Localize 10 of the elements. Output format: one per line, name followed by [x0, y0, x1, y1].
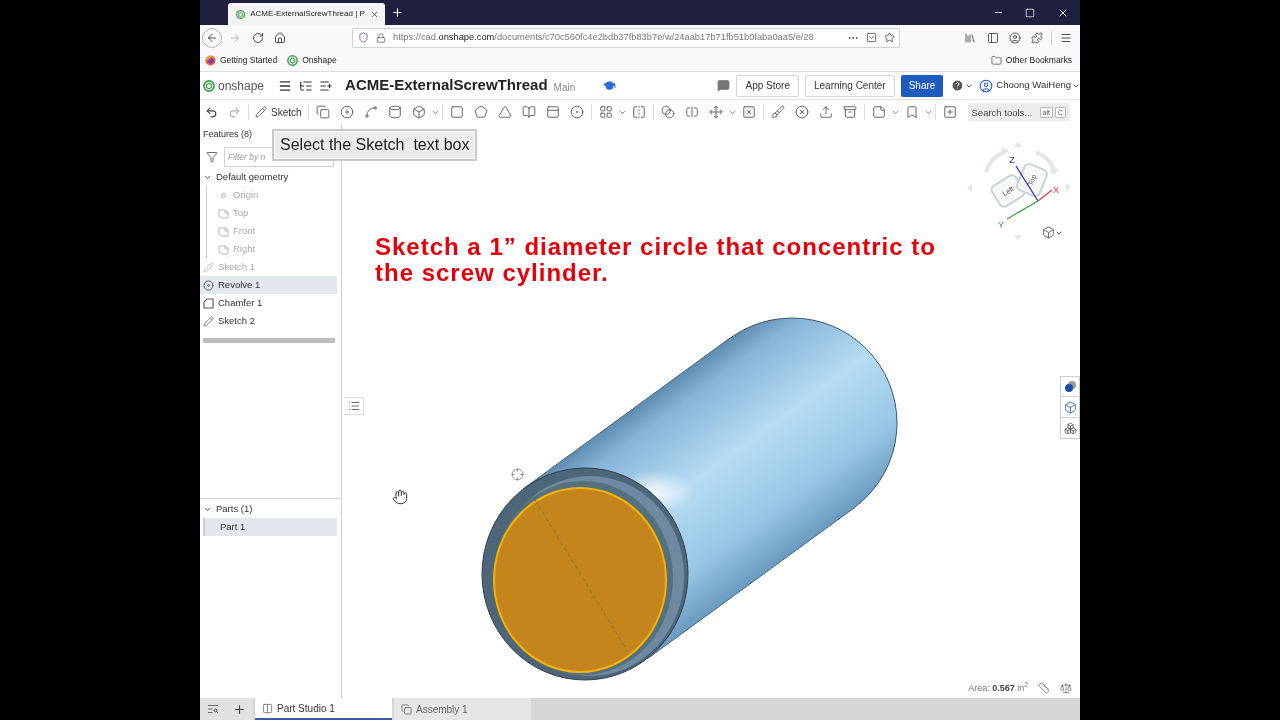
axis-label: Y — [998, 220, 1004, 230]
document-title: ACME-ExternalScrewThread — [345, 75, 548, 96]
axis-label: X — [1053, 185, 1059, 195]
branch-label: Main — [553, 80, 576, 95]
annotation-text: Sketch a 1” diameter circle that concentric to the screw cylinder. — [375, 234, 937, 286]
url-text: https://cad.onshape.com/documents/c70c560fc4e2bdb37fb83b7e/w/24aab17b71fb51b0faba0aa5/e/28 — [393, 30, 815, 44]
area-readout: Area: 0.567 in$^{2}$ — [968, 681, 1028, 695]
axis-label: Z — [1009, 155, 1015, 165]
instruction-tooltip: Select the Sketch text box — [272, 129, 478, 161]
panel-title: Features (8) — [203, 128, 253, 142]
